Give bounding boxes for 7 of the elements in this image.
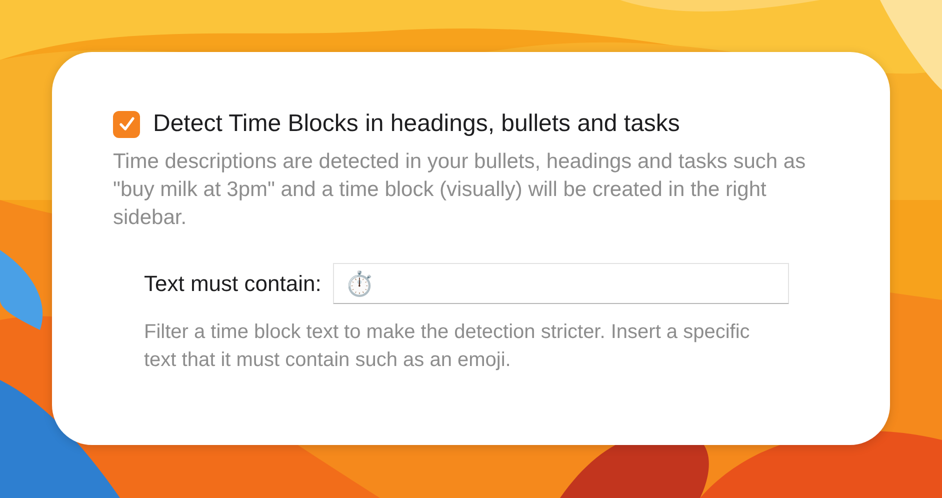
checkbox[interactable] — [113, 110, 140, 138]
field-label: Text must contain: — [144, 270, 322, 296]
checkmark-icon — [118, 115, 136, 133]
checkbox-label: Detect Time Blocks in headings, bullets and tasks — [153, 110, 680, 138]
field-description: Filter a time block text to make the detection stricter. Insert a specific text that it must contain such as an emoji. — [144, 320, 751, 373]
option-description: Time descriptions are detected in your bullets, headings and tasks such as "buy milk at 3pm" and a time block (visually) will be created in the right sidebar. — [113, 149, 807, 231]
text-field[interactable]: ⏱ — [333, 263, 790, 304]
